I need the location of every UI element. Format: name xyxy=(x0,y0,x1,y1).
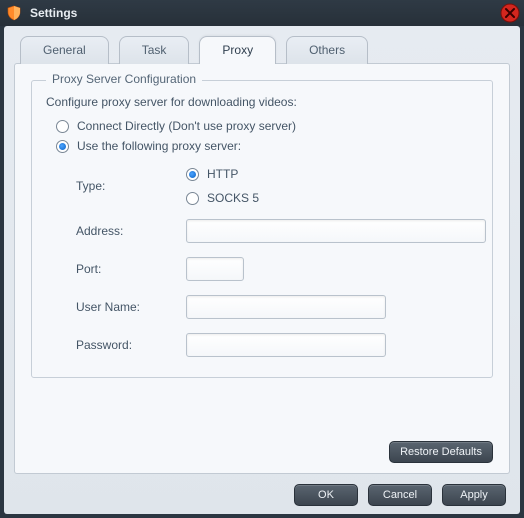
type-options: HTTP SOCKS 5 xyxy=(186,167,486,205)
type-socks5-label: SOCKS 5 xyxy=(207,191,259,205)
proxy-description: Configure proxy server for downloading v… xyxy=(46,95,478,109)
mode-direct-option[interactable]: Connect Directly (Don't use proxy server… xyxy=(56,119,478,133)
window-title: Settings xyxy=(30,6,77,20)
cancel-button[interactable]: Cancel xyxy=(368,484,432,506)
dialog-buttons: OK Cancel Apply xyxy=(14,474,510,506)
radio-icon xyxy=(56,140,69,153)
port-input[interactable] xyxy=(186,257,244,281)
address-input[interactable] xyxy=(186,219,486,243)
apply-button[interactable]: Apply xyxy=(442,484,506,506)
username-label: User Name: xyxy=(76,300,186,314)
tab-proxy[interactable]: Proxy xyxy=(199,36,276,64)
radio-icon xyxy=(186,168,199,181)
tabs: General Task Proxy Others xyxy=(14,36,510,64)
password-label: Password: xyxy=(76,338,186,352)
app-shield-icon xyxy=(6,5,22,21)
proxy-panel: Proxy Server Configuration Configure pro… xyxy=(14,63,510,474)
type-socks5-option[interactable]: SOCKS 5 xyxy=(186,191,486,205)
type-http-label: HTTP xyxy=(207,167,238,181)
tab-general[interactable]: General xyxy=(20,36,109,64)
proxy-form: Type: HTTP SOCKS 5 Address: Port: User N… xyxy=(46,167,478,357)
restore-defaults-button[interactable]: Restore Defaults xyxy=(389,441,493,463)
port-label: Port: xyxy=(76,262,186,276)
mode-use-label: Use the following proxy server: xyxy=(77,139,241,153)
proxy-legend: Proxy Server Configuration xyxy=(46,72,202,86)
tab-others[interactable]: Others xyxy=(286,36,368,64)
panel-footer: Restore Defaults xyxy=(31,433,493,463)
password-input[interactable] xyxy=(186,333,386,357)
username-input[interactable] xyxy=(186,295,386,319)
mode-use-option[interactable]: Use the following proxy server: xyxy=(56,139,478,153)
proxy-fieldset: Proxy Server Configuration Configure pro… xyxy=(31,80,493,378)
radio-icon xyxy=(56,120,69,133)
tab-task[interactable]: Task xyxy=(119,36,190,64)
type-label: Type: xyxy=(76,179,186,193)
ok-button[interactable]: OK xyxy=(294,484,358,506)
close-icon[interactable] xyxy=(500,3,520,23)
mode-direct-label: Connect Directly (Don't use proxy server… xyxy=(77,119,296,133)
radio-icon xyxy=(186,192,199,205)
titlebar: Settings xyxy=(0,0,524,26)
type-http-option[interactable]: HTTP xyxy=(186,167,486,181)
address-label: Address: xyxy=(76,224,186,238)
window-body: General Task Proxy Others Proxy Server C… xyxy=(4,26,520,514)
